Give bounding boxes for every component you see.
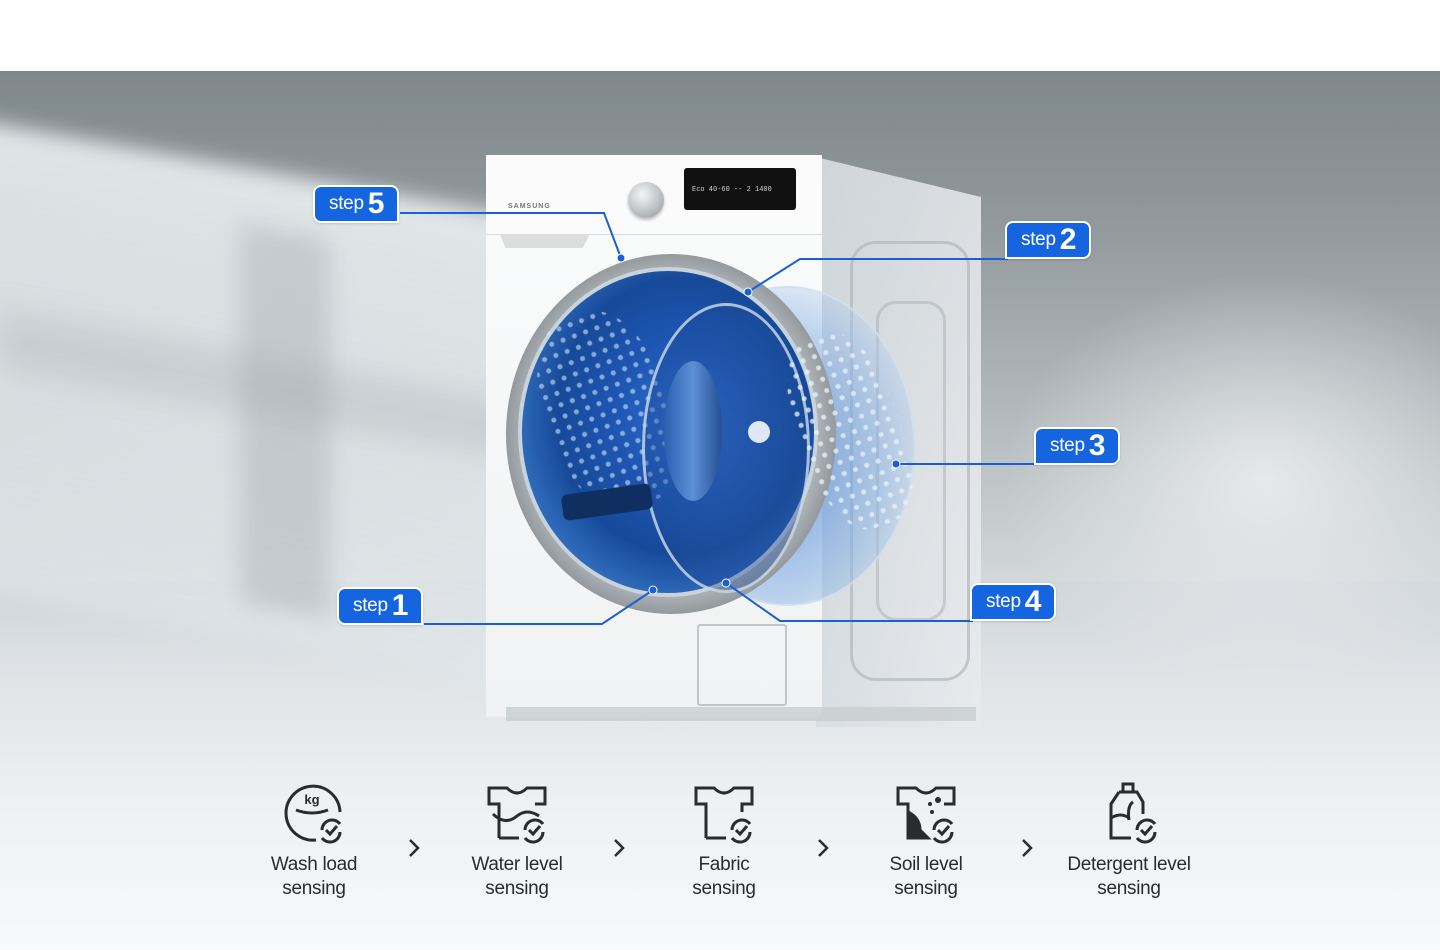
leader-dot-step-2	[743, 287, 753, 297]
step-number: 1	[391, 589, 409, 622]
feature-label-line1: Water level	[471, 854, 563, 875]
leader-dot-step-3	[891, 459, 901, 469]
feature-label-line1: Wash load	[270, 854, 358, 875]
step-number: 4	[1024, 585, 1042, 618]
leader-line-step-4	[725, 582, 973, 622]
leader-line-step-5	[400, 212, 622, 259]
chevron-right-icon	[1020, 837, 1034, 859]
leader-line-step-1	[424, 589, 654, 625]
soil-level-shirt-icon	[896, 786, 956, 844]
chevron-right-icon	[407, 837, 421, 859]
step-word: step	[1021, 229, 1056, 250]
feature-label-line2: sensing	[1097, 878, 1161, 899]
step-word: step	[353, 595, 388, 616]
feature-label-line2: sensing	[485, 878, 549, 899]
page: SAMSUNG Eco 40-60 -- 2 1400 step 5 step …	[0, 0, 1440, 950]
feature-label-line1: Fabric	[698, 854, 750, 875]
feature-detergent-level: Detergent level sensing	[1044, 782, 1214, 901]
feature-label-line2: sensing	[692, 878, 756, 899]
step-number: 3	[1088, 429, 1106, 462]
step-3-badge: step 3	[1034, 427, 1121, 465]
step-4-badge: step 4	[970, 583, 1057, 621]
feature-label-line1: Soil level	[889, 854, 963, 875]
feature-fabric: Fabric sensing	[639, 782, 809, 901]
leader-dot-step-4	[721, 578, 731, 588]
feature-label-line2: sensing	[282, 878, 346, 899]
feature-soil-level: Soil level sensing	[841, 782, 1011, 901]
chevron-right-icon	[816, 837, 830, 859]
step-1-badge: step 1	[337, 587, 424, 625]
fabric-shirt-icon	[694, 786, 754, 844]
leader-dot-step-5	[616, 253, 626, 263]
feature-water-level: Water level sensing	[432, 782, 602, 901]
step-word: step	[986, 591, 1021, 612]
leader-line-step-2	[747, 258, 1008, 293]
step-number: 5	[367, 187, 385, 220]
leader-dot-step-1	[648, 585, 658, 595]
svg-text:kg: kg	[304, 792, 319, 807]
step-2-badge: step 2	[1005, 221, 1092, 259]
chevron-right-icon	[612, 837, 626, 859]
step-number: 2	[1059, 223, 1077, 256]
sensing-steps-row: kg Wash load sensing Water level sensing…	[0, 782, 1440, 912]
water-level-shirt-icon	[487, 786, 547, 844]
feature-wash-load: kg Wash load sensing	[229, 782, 399, 901]
feature-label-line1: Detergent level	[1067, 854, 1191, 875]
detergent-bottle-icon	[1109, 782, 1157, 844]
step-5-badge: step 5	[313, 185, 400, 223]
step-word: step	[1050, 435, 1085, 456]
wash-load-kg-icon: kg	[284, 784, 342, 844]
step-word: step	[329, 193, 364, 214]
feature-label-line2: sensing	[894, 878, 958, 899]
